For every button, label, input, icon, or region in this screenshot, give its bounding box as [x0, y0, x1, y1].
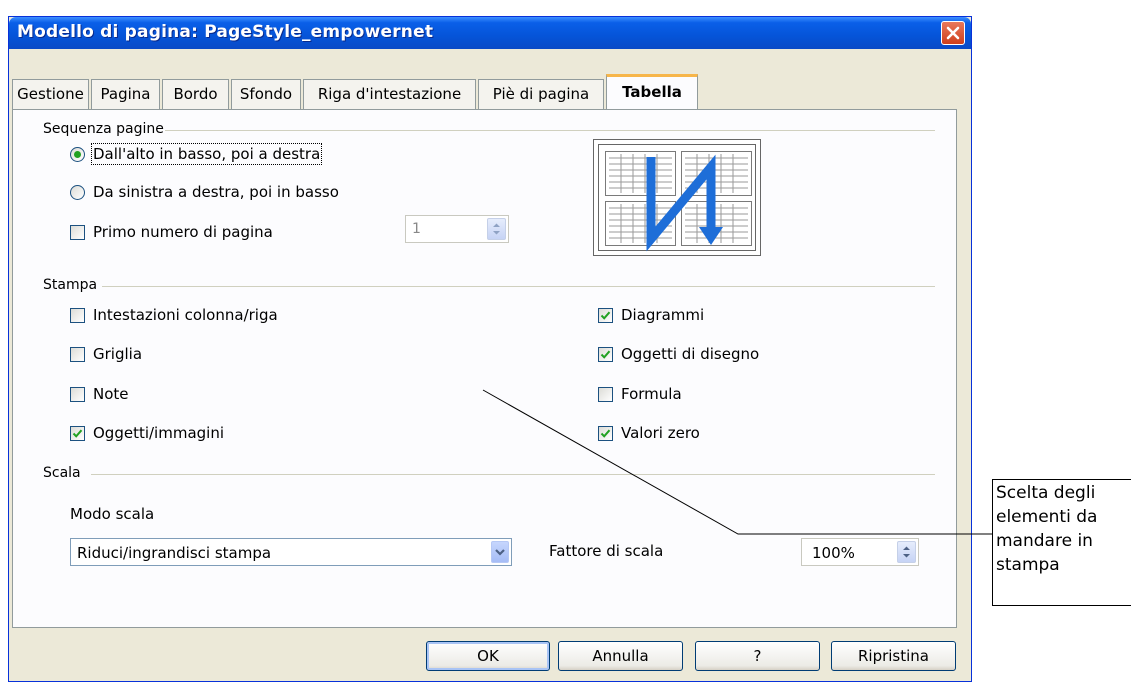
callout-box: Scelta degli elementi da mandare in stam…	[992, 479, 1131, 606]
callout-leader-line	[482, 389, 1131, 535]
tab-tabella[interactable]: Tabella	[606, 74, 698, 109]
